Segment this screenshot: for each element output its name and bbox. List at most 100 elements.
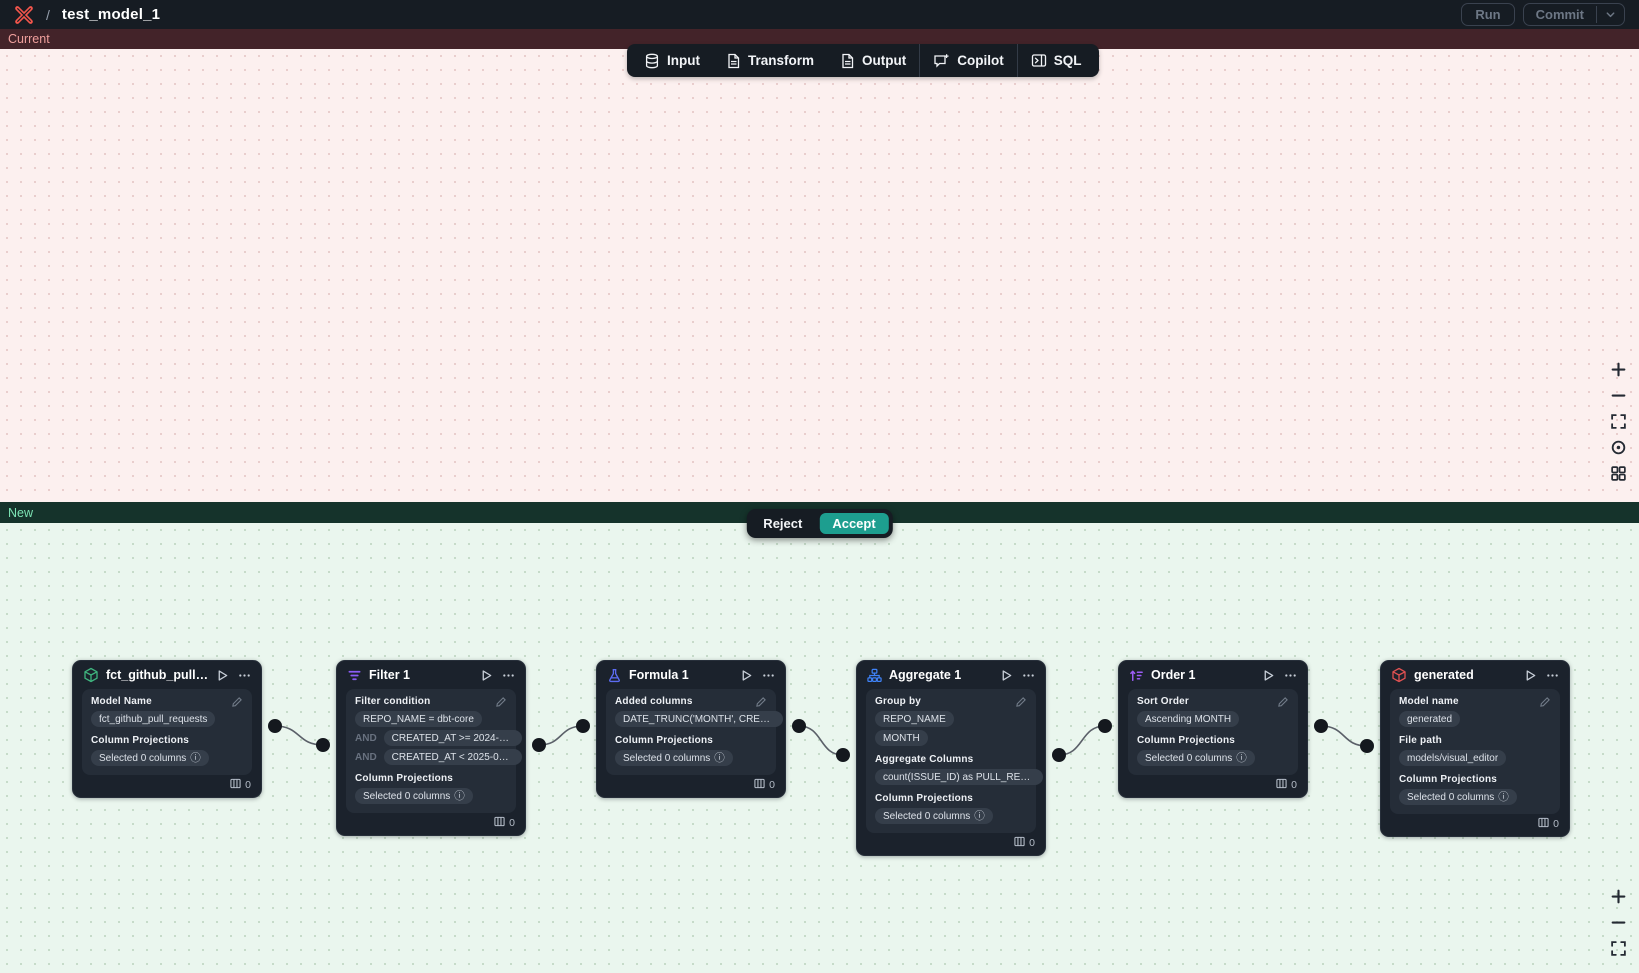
layout-grid-icon[interactable] <box>1607 462 1629 485</box>
toolbar-input-button[interactable]: Input <box>631 44 713 77</box>
lock-icon[interactable] <box>1607 436 1629 459</box>
edit-icon[interactable] <box>1015 696 1027 708</box>
filter-condition-pill[interactable]: REPO_NAME = dbt-core <box>355 711 482 727</box>
cube-icon <box>1391 667 1407 683</box>
node-title: Formula 1 <box>629 668 733 682</box>
row-count: 0 <box>1553 818 1559 830</box>
zoom-out-icon[interactable] <box>1607 384 1629 407</box>
node-title: generated <box>1414 668 1517 682</box>
edit-icon[interactable] <box>755 696 767 708</box>
column-projections-pill[interactable]: Selected 0 columnsⓘ <box>355 788 473 804</box>
accept-button[interactable]: Accept <box>819 513 888 534</box>
node-fct-github-pull-requests[interactable]: fct_github_pull_requests Model Name fct_… <box>72 660 262 798</box>
column-projections-pill[interactable]: Selected 0 columnsⓘ <box>1137 750 1255 766</box>
columns-icon <box>494 816 505 830</box>
top-bar: / test_model_1 Run Commit <box>0 0 1639 29</box>
columns-icon <box>230 778 241 792</box>
zoom-out-icon[interactable] <box>1607 911 1629 934</box>
toolbar-transform-label: Transform <box>748 53 814 68</box>
columns-icon <box>754 778 765 792</box>
more-menu-icon[interactable] <box>238 669 251 682</box>
node-title: fct_github_pull_requests <box>106 668 209 682</box>
edit-icon[interactable] <box>1539 696 1551 708</box>
fit-view-icon[interactable] <box>1607 937 1629 960</box>
group-by-pill[interactable]: REPO_NAME <box>875 711 954 727</box>
row-count: 0 <box>509 817 515 829</box>
toolbar-sql-label: SQL <box>1054 53 1082 68</box>
field-label: Column Projections <box>1137 735 1235 747</box>
node-generated[interactable]: generated Model name generated File path… <box>1380 660 1570 837</box>
commit-button[interactable]: Commit <box>1524 4 1596 25</box>
chevron-down-icon[interactable] <box>1596 6 1624 23</box>
run-button[interactable]: Run <box>1461 3 1514 26</box>
sort-order-pill[interactable]: Ascending MONTH <box>1137 711 1239 727</box>
toolbar-copilot-button[interactable]: Copilot <box>920 44 1017 77</box>
play-icon[interactable] <box>1262 669 1275 682</box>
field-label: Column Projections <box>1399 774 1497 786</box>
current-canvas-controls <box>1607 358 1629 485</box>
columns-icon <box>1538 817 1549 831</box>
toolbar-output-label: Output <box>862 53 906 68</box>
more-menu-icon[interactable] <box>1284 669 1297 682</box>
info-icon: ⓘ <box>714 752 725 765</box>
current-canvas[interactable] <box>0 49 1639 502</box>
toolbar-transform-button[interactable]: Transform <box>713 44 827 77</box>
database-icon <box>644 53 660 69</box>
node-filter-1[interactable]: Filter 1 Filter condition REPO_NAME = db… <box>336 660 526 836</box>
toolbar-sql-button[interactable]: SQL <box>1018 44 1095 77</box>
app-logo-icon[interactable] <box>14 5 34 25</box>
node-toolbar: Input Transform Output <box>627 44 1099 77</box>
diff-action-bar: Reject Accept <box>746 509 892 538</box>
field-label: Group by <box>875 696 921 708</box>
breadcrumb-separator: / <box>46 7 50 23</box>
new-pane-label: New <box>8 506 33 520</box>
play-icon[interactable] <box>1524 669 1537 682</box>
commit-split-button[interactable]: Commit <box>1523 3 1625 26</box>
fit-view-icon[interactable] <box>1607 410 1629 433</box>
file-path-pill[interactable]: models/visual_editor <box>1399 750 1506 766</box>
value-pill[interactable]: fct_github_pull_requests <box>91 711 215 727</box>
node-aggregate-1[interactable]: Aggregate 1 Group by REPO_NAME MONTH Agg… <box>856 660 1046 856</box>
aggregate-column-pill[interactable]: count(ISSUE_ID) as PULL_REQUEST_… <box>875 769 1043 785</box>
page-title: test_model_1 <box>62 6 160 23</box>
zoom-in-icon[interactable] <box>1607 885 1629 908</box>
play-icon[interactable] <box>1000 669 1013 682</box>
field-label: Column Projections <box>875 793 973 805</box>
more-menu-icon[interactable] <box>502 669 515 682</box>
column-projections-pill[interactable]: Selected 0 columnsⓘ <box>615 750 733 766</box>
toolbar-output-button[interactable]: Output <box>827 44 919 77</box>
filter-condition-pill[interactable]: CREATED_AT >= 2024-12-01 <box>384 730 522 746</box>
row-count: 0 <box>769 779 775 791</box>
field-label: Filter condition <box>355 696 430 708</box>
field-label: Column Projections <box>91 735 189 747</box>
node-formula-1[interactable]: Formula 1 Added columns DATE_TRUNC('MONT… <box>596 660 786 798</box>
reject-button[interactable]: Reject <box>750 513 815 534</box>
sort-icon <box>1129 668 1144 683</box>
column-projections-pill[interactable]: Selected 0 columnsⓘ <box>875 808 993 824</box>
play-icon[interactable] <box>740 669 753 682</box>
field-label: Sort Order <box>1137 696 1189 708</box>
more-menu-icon[interactable] <box>1546 669 1559 682</box>
group-by-pill[interactable]: MONTH <box>875 730 928 746</box>
edit-icon[interactable] <box>495 696 507 708</box>
node-order-1[interactable]: Order 1 Sort Order Ascending MONTH Colum… <box>1118 660 1308 798</box>
model-name-pill[interactable]: generated <box>1399 711 1460 727</box>
open-panel-icon <box>1031 53 1047 68</box>
more-menu-icon[interactable] <box>762 669 775 682</box>
play-icon[interactable] <box>216 669 229 682</box>
edit-icon[interactable] <box>231 696 243 708</box>
more-menu-icon[interactable] <box>1022 669 1035 682</box>
sitemap-icon <box>867 668 882 683</box>
zoom-in-icon[interactable] <box>1607 358 1629 381</box>
column-projections-pill[interactable]: Selected 0 columnsⓘ <box>1399 789 1517 805</box>
field-label: File path <box>1399 735 1442 747</box>
added-column-pill[interactable]: DATE_TRUNC('MONTH', CREATED_AT… <box>615 711 783 727</box>
node-title: Filter 1 <box>369 668 473 682</box>
current-pane-label: Current <box>8 32 50 46</box>
edit-icon[interactable] <box>1277 696 1289 708</box>
filter-condition-pill[interactable]: CREATED_AT < 2025-03-01 <box>384 749 522 765</box>
column-projections-pill[interactable]: Selected 0 columnsⓘ <box>91 750 209 766</box>
play-icon[interactable] <box>480 669 493 682</box>
copilot-icon <box>933 53 950 69</box>
node-title: Order 1 <box>1151 668 1255 682</box>
